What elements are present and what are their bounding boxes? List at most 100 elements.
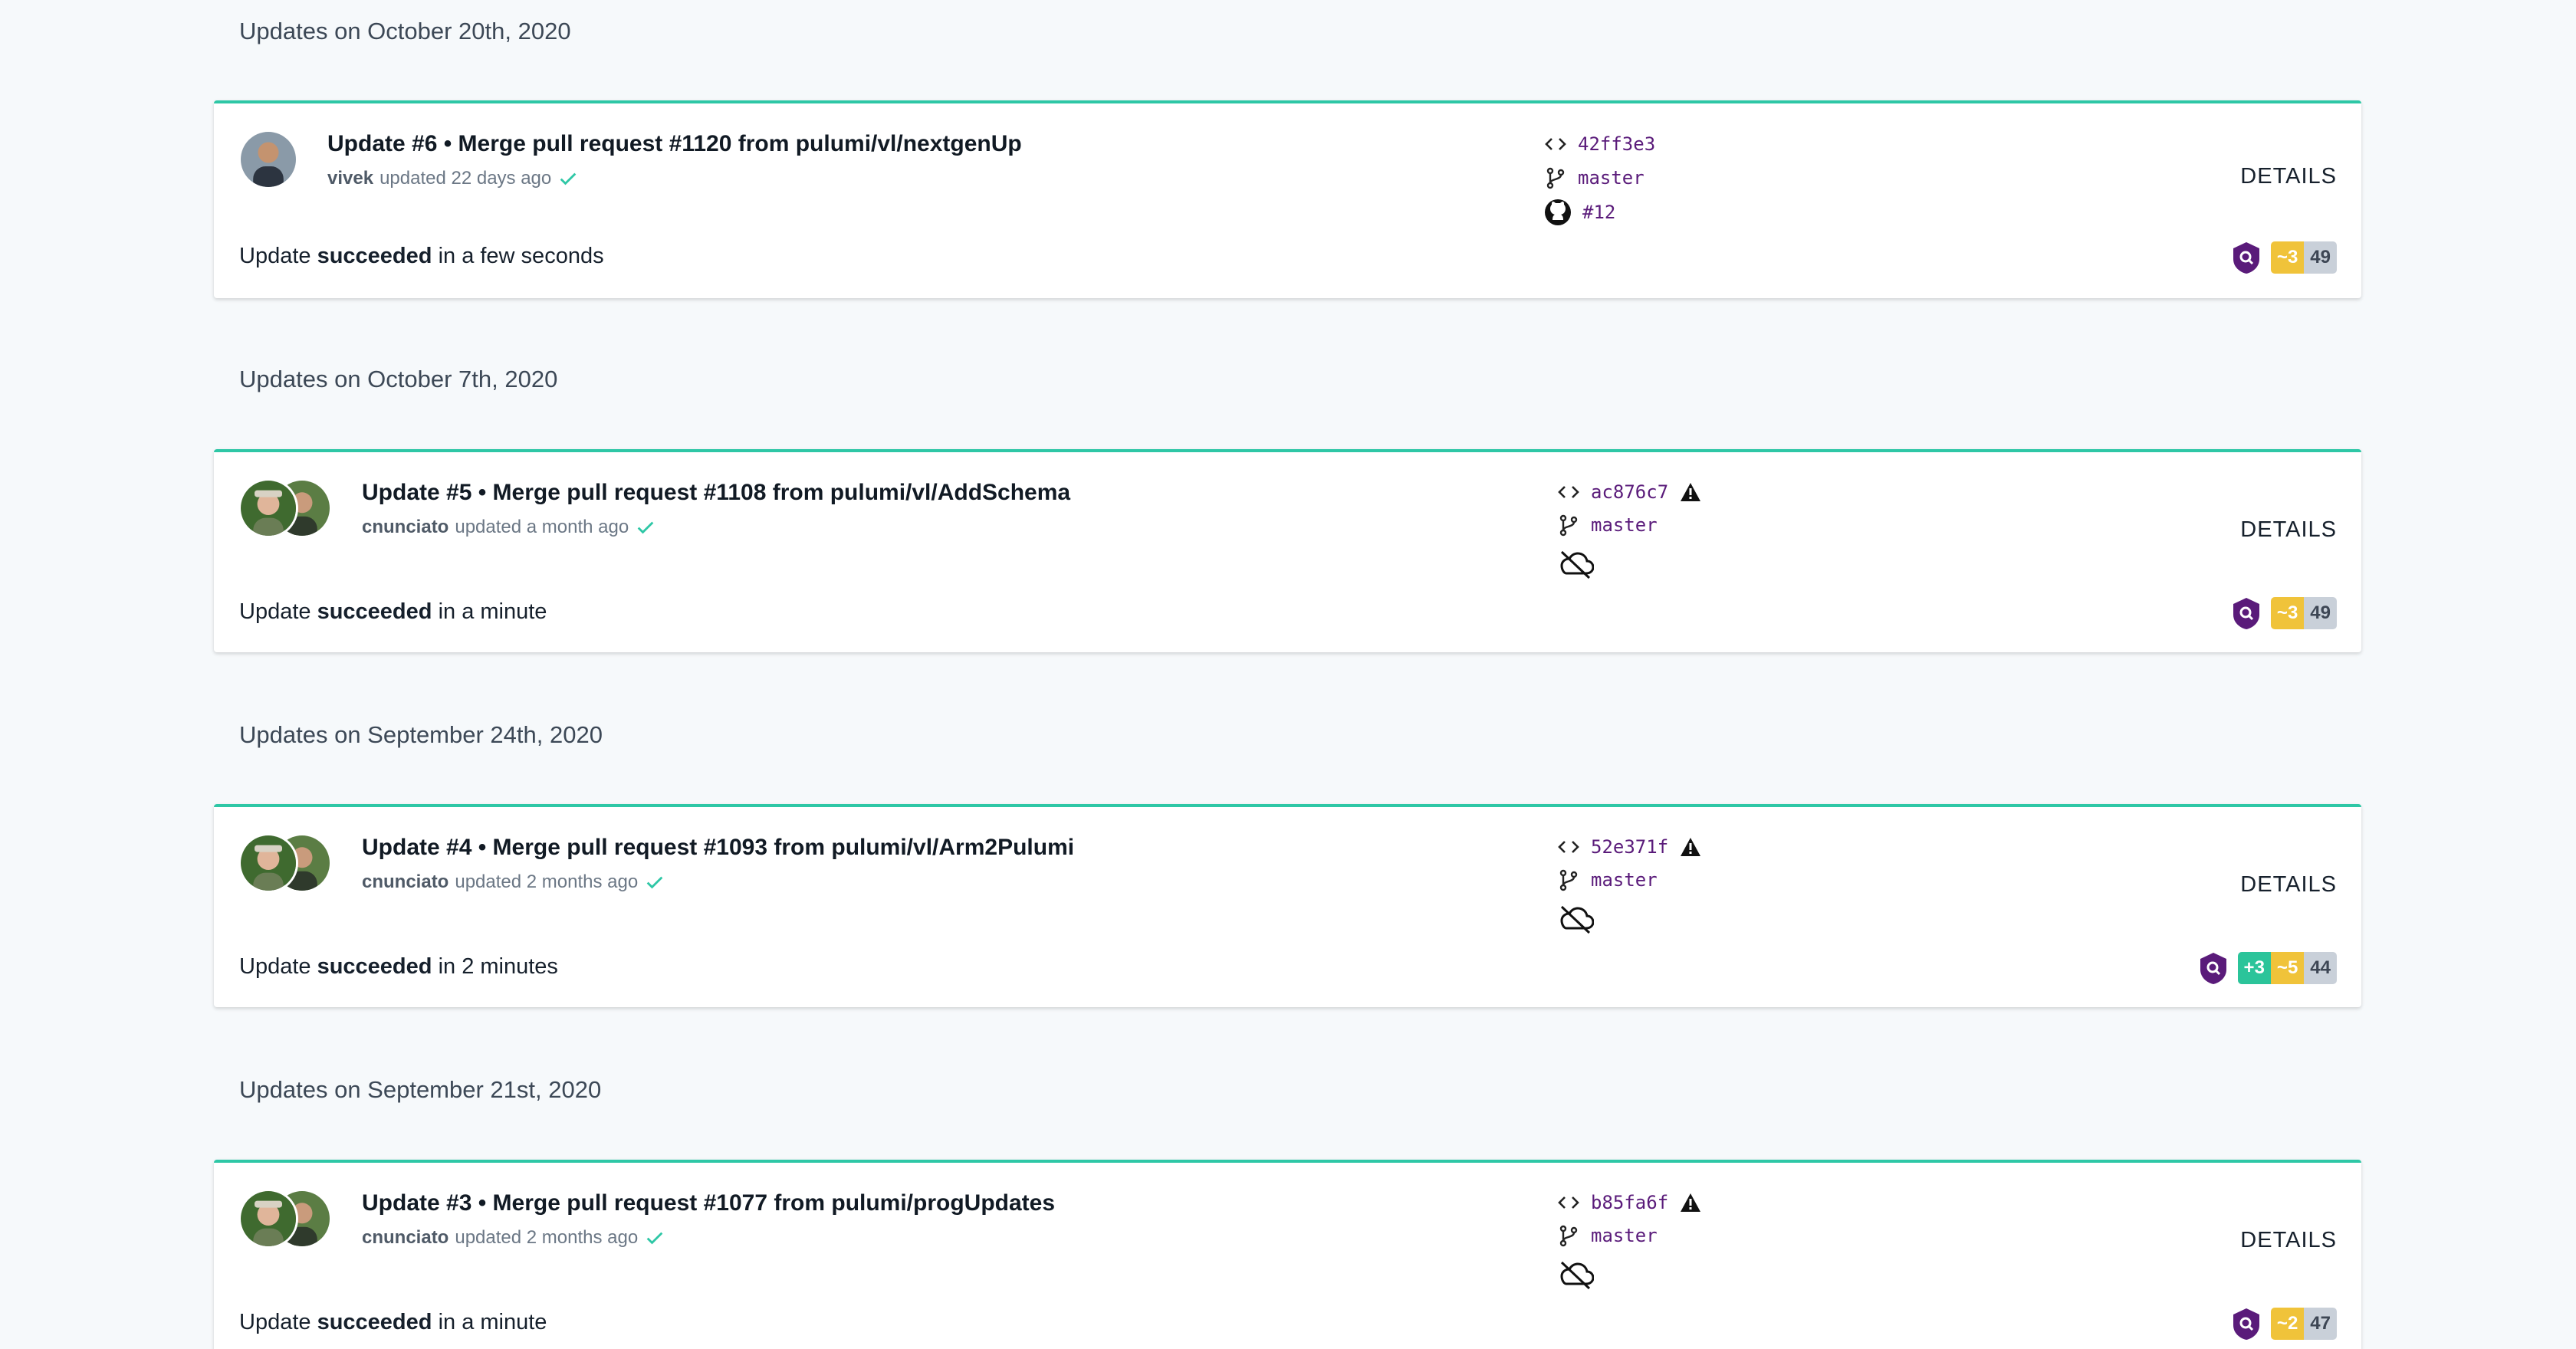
source-line [1557,549,1594,579]
result-status: succeeded [317,599,432,624]
shield-icon [2233,1308,2259,1340]
avatar [238,130,298,189]
update-title[interactable]: Update #5 • Merge pull request #1108 fro… [362,480,1070,506]
commit-line[interactable]: 52e371f [1557,836,1702,858]
branch-name[interactable]: master [1591,1225,1658,1246]
resource-changes: ~3 49 [2231,596,2337,630]
user-name[interactable]: vivek [327,168,373,189]
checkmark-icon [646,876,663,889]
branch-line[interactable]: master [1557,1224,1658,1247]
avatar [238,1189,298,1249]
avatar [238,833,298,893]
details-link[interactable]: DETAILS [2240,872,2337,898]
avatar [238,478,298,538]
update-result: Update succeeded in 2 minutes [239,954,558,979]
checkmark-icon [646,1232,663,1245]
update-title[interactable]: Update #6 • Merge pull request #1120 fro… [327,131,1022,157]
update-result: Update succeeded in a few seconds [239,244,604,268]
git-branch-icon [1559,869,1578,891]
source-line [1557,1259,1594,1290]
update-count: ~3 [2270,597,2305,629]
details-link[interactable]: DETAILS [2240,1228,2337,1253]
update-card[interactable]: Update #3 • Merge pull request #1077 fro… [214,1160,2361,1349]
pr-number[interactable]: #12 [1582,202,1615,223]
git-branch-icon [1559,514,1578,537]
branch-name[interactable]: master [1578,167,1644,189]
warning-triangle-icon [1681,1193,1701,1212]
updated-text: updated 22 days ago [380,168,552,189]
updated-text: updated a month ago [455,517,629,537]
warning-triangle-icon [1681,838,1701,856]
cloud-off-icon [1560,905,1594,934]
shield-icon [2233,598,2259,629]
checkmark-icon [560,172,577,185]
update-meta: cnunciato updated a month ago [362,517,656,538]
shield-icon [2200,953,2226,984]
changes-pill: ~3 49 [2270,597,2337,629]
details-link[interactable]: DETAILS [2240,517,2337,543]
same-count: 49 [2304,597,2337,629]
day-header: Updates on October 7th, 2020 [239,366,558,392]
update-card[interactable]: Update #4 • Merge pull request #1093 fro… [214,804,2361,1007]
update-card[interactable]: Update #6 • Merge pull request #1120 fro… [214,100,2361,298]
result-status: succeeded [317,1310,432,1334]
github-icon [1545,199,1571,225]
commit-line[interactable]: b85fa6f [1557,1192,1702,1213]
commit-hash[interactable]: 52e371f [1591,836,1668,858]
resource-changes: +3 ~5 44 [2198,951,2337,985]
user-name[interactable]: cnunciato [362,517,449,538]
user-name[interactable]: cnunciato [362,1227,449,1249]
update-result: Update succeeded in a minute [239,599,547,624]
cloud-off-icon [1560,550,1594,579]
same-count: 49 [2304,241,2337,274]
update-meta: cnunciato updated 2 months ago [362,871,665,893]
details-link[interactable]: DETAILS [2240,164,2337,189]
result-status: succeeded [317,244,432,268]
cloud-off-icon [1560,1261,1594,1290]
shield-icon [2233,242,2259,274]
update-count: ~2 [2270,1308,2305,1340]
commit-hash[interactable]: ac876c7 [1591,481,1668,503]
resource-changes: ~3 49 [2231,241,2337,274]
code-brackets-icon [1558,1196,1579,1209]
update-count: ~3 [2270,241,2305,274]
branch-line[interactable]: master [1544,166,1644,189]
updated-text: updated 2 months ago [455,1227,639,1248]
day-header: Updates on October 20th, 2020 [239,18,571,44]
updated-text: updated 2 months ago [455,871,639,892]
warning-triangle-icon [1681,483,1701,501]
branch-line[interactable]: master [1557,514,1658,537]
result-status: succeeded [317,954,432,979]
user-name[interactable]: cnunciato [362,871,449,893]
changes-pill: ~2 47 [2270,1308,2337,1340]
checkmark-icon [637,521,654,534]
update-card[interactable]: Update #5 • Merge pull request #1108 fro… [214,449,2361,652]
update-title[interactable]: Update #3 • Merge pull request #1077 fro… [362,1190,1055,1216]
code-brackets-icon [1545,138,1566,150]
branch-line[interactable]: master [1557,868,1658,891]
same-count: 44 [2304,952,2337,984]
pr-line[interactable]: #12 [1544,199,1615,226]
branch-name[interactable]: master [1591,869,1658,891]
updates-page: Updates on October 20th, 2020 Update #6 … [0,0,2576,1349]
commit-hash[interactable]: 42ff3e3 [1578,133,1655,155]
commit-line[interactable]: 42ff3e3 [1544,133,1655,155]
commit-hash[interactable]: b85fa6f [1591,1192,1668,1213]
resource-changes: ~2 47 [2231,1307,2337,1341]
update-result: Update succeeded in a minute [239,1310,547,1334]
same-count: 47 [2304,1308,2337,1340]
update-meta: vivek updated 22 days ago [327,168,579,189]
source-line [1557,904,1594,934]
update-meta: cnunciato updated 2 months ago [362,1227,665,1249]
changes-pill: ~3 49 [2270,241,2337,274]
git-branch-icon [1546,167,1565,189]
branch-name[interactable]: master [1591,514,1658,536]
commit-line[interactable]: ac876c7 [1557,481,1702,503]
update-title[interactable]: Update #4 • Merge pull request #1093 fro… [362,835,1074,861]
changes-pill: +3 ~5 44 [2237,952,2337,984]
day-header: Updates on September 24th, 2020 [239,721,603,748]
code-brackets-icon [1558,841,1579,853]
update-count: ~5 [2270,952,2305,984]
day-header: Updates on September 21st, 2020 [239,1076,602,1103]
code-brackets-icon [1558,486,1579,498]
